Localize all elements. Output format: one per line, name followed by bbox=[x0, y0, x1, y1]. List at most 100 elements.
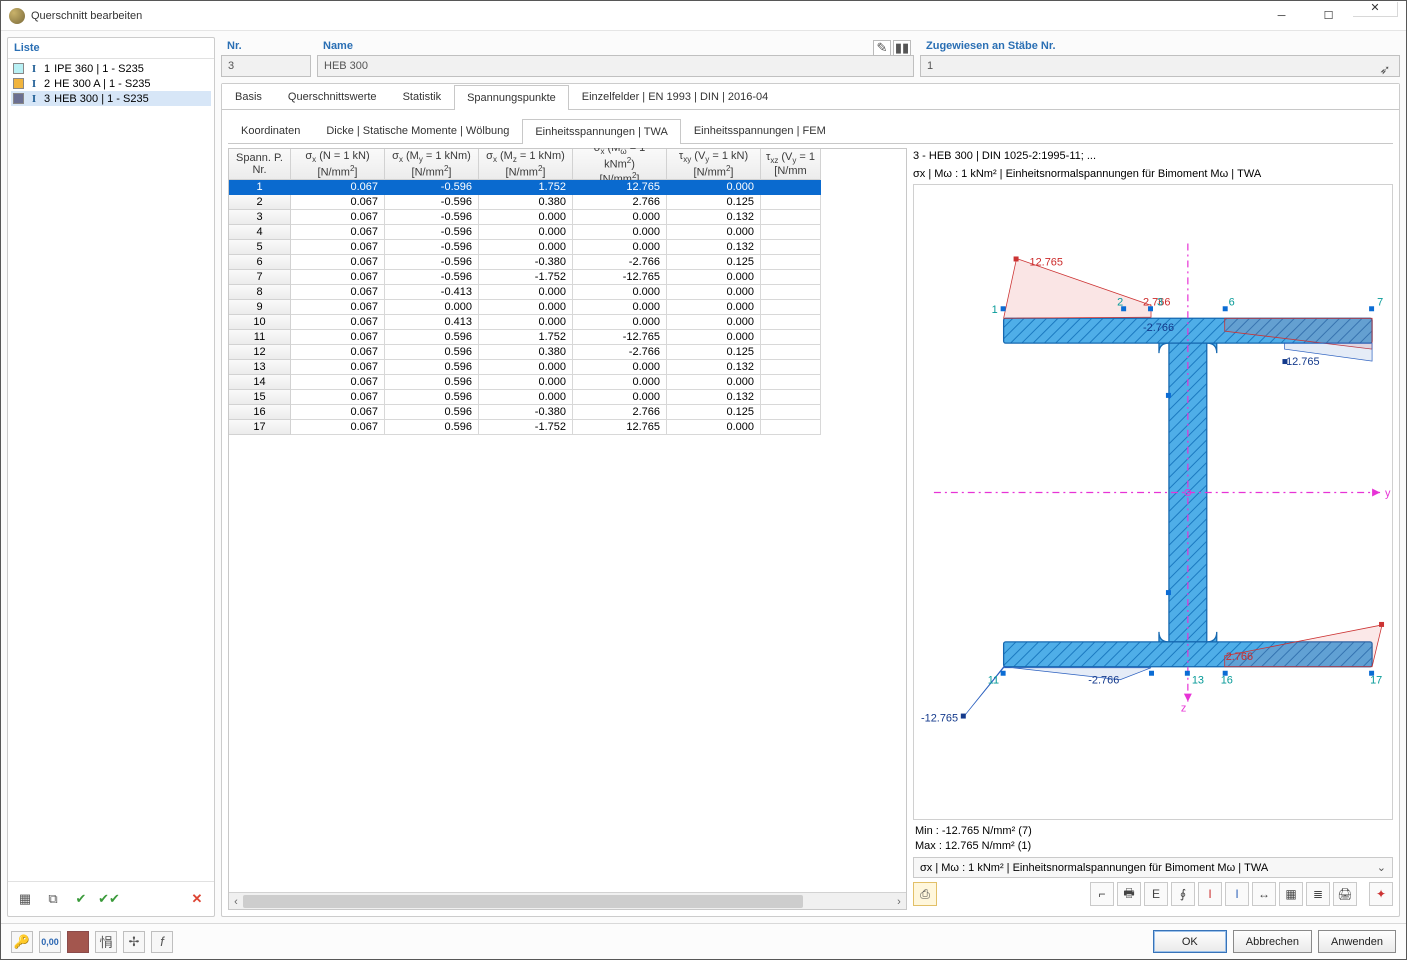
row-number[interactable]: 12 bbox=[229, 345, 291, 360]
table-cell[interactable]: 0.067 bbox=[291, 225, 385, 240]
assign-field[interactable]: 1 ➶ bbox=[920, 55, 1400, 77]
table-cell[interactable]: 1.752 bbox=[479, 180, 573, 195]
tool-ibeam1-icon[interactable]: I bbox=[1198, 882, 1222, 906]
table-cell[interactable]: -0.380 bbox=[479, 255, 573, 270]
section-list[interactable]: I 1 IPE 360 | 1 - S235 I 2 HE 300 A | 1 … bbox=[8, 59, 214, 881]
table-cell[interactable]: 0.000 bbox=[667, 180, 761, 195]
table-cell[interactable] bbox=[761, 195, 821, 210]
row-number[interactable]: 10 bbox=[229, 315, 291, 330]
list-item[interactable]: I 3 HEB 300 | 1 - S235 bbox=[11, 91, 211, 106]
table-cell[interactable]: 0.596 bbox=[385, 405, 479, 420]
help-icon[interactable]: 🔑 bbox=[11, 931, 33, 953]
row-number[interactable]: 7 bbox=[229, 270, 291, 285]
table-cell[interactable]: 0.000 bbox=[479, 360, 573, 375]
tool-list-icon[interactable]: ≣ bbox=[1306, 882, 1330, 906]
table-cell[interactable]: -1.752 bbox=[479, 420, 573, 435]
table-cell[interactable]: -0.596 bbox=[385, 180, 479, 195]
row-number[interactable]: 1 bbox=[229, 180, 291, 195]
table-cell[interactable]: 1.752 bbox=[479, 330, 573, 345]
row-number[interactable]: 13 bbox=[229, 360, 291, 375]
row-number[interactable]: 8 bbox=[229, 285, 291, 300]
table-cell[interactable]: 0.000 bbox=[479, 285, 573, 300]
table-cell[interactable]: 0.000 bbox=[667, 225, 761, 240]
table-cell[interactable]: 0.125 bbox=[667, 405, 761, 420]
tab-querschnittswerte[interactable]: Querschnittswerte bbox=[275, 84, 390, 109]
table-cell[interactable]: 0.067 bbox=[291, 315, 385, 330]
table-cell[interactable]: 0.000 bbox=[667, 300, 761, 315]
column-header[interactable]: σx (N = 1 kN)[N/mm2] bbox=[291, 149, 385, 180]
column-header[interactable]: σx (Mω = 1 kNm2)[N/mm2] bbox=[573, 149, 667, 180]
table-cell[interactable] bbox=[761, 225, 821, 240]
row-number[interactable]: 6 bbox=[229, 255, 291, 270]
column-header[interactable]: τxy (Vy = 1 kN)[N/mm2] bbox=[667, 149, 761, 180]
row-number[interactable]: 17 bbox=[229, 420, 291, 435]
table-cell[interactable]: 0.000 bbox=[479, 315, 573, 330]
tool-stress2-icon[interactable]: ∮ bbox=[1171, 882, 1195, 906]
table-cell[interactable]: 0.000 bbox=[573, 315, 667, 330]
column-header[interactable]: σx (Mz = 1 kNm)[N/mm2] bbox=[479, 149, 573, 180]
table-cell[interactable] bbox=[761, 405, 821, 420]
row-number[interactable]: 14 bbox=[229, 375, 291, 390]
table-cell[interactable]: 0.067 bbox=[291, 375, 385, 390]
table-cell[interactable]: 2.766 bbox=[573, 405, 667, 420]
table-cell[interactable]: 0.596 bbox=[385, 420, 479, 435]
library-icon[interactable]: 悁 bbox=[95, 931, 117, 953]
table-cell[interactable] bbox=[761, 315, 821, 330]
table-cell[interactable]: 0.000 bbox=[667, 330, 761, 345]
table-cell[interactable]: 0.000 bbox=[479, 375, 573, 390]
table-cell[interactable]: 0.596 bbox=[385, 345, 479, 360]
table-cell[interactable]: -1.752 bbox=[479, 270, 573, 285]
table-cell[interactable] bbox=[761, 345, 821, 360]
table-cell[interactable]: 12.765 bbox=[573, 180, 667, 195]
table-cell[interactable]: 0.125 bbox=[667, 345, 761, 360]
table-cell[interactable]: 0.067 bbox=[291, 210, 385, 225]
table-cell[interactable]: 0.067 bbox=[291, 195, 385, 210]
table-cell[interactable]: 0.000 bbox=[667, 285, 761, 300]
table-cell[interactable] bbox=[761, 270, 821, 285]
name-field[interactable]: HEB 300 ✎ ▮▮ bbox=[317, 55, 914, 77]
minimize-button[interactable]: ─ bbox=[1259, 2, 1304, 30]
table-cell[interactable]: -0.596 bbox=[385, 225, 479, 240]
tool-stress1-icon[interactable]: E bbox=[1144, 882, 1168, 906]
column-header[interactable]: σx (My = 1 kNm)[N/mm2] bbox=[385, 149, 479, 180]
table-cell[interactable] bbox=[761, 240, 821, 255]
table-cell[interactable]: 0.596 bbox=[385, 375, 479, 390]
scroll-thumb[interactable] bbox=[243, 895, 803, 908]
tab-statistik[interactable]: Statistik bbox=[390, 84, 455, 109]
table-cell[interactable] bbox=[761, 390, 821, 405]
tool-axes-icon[interactable]: ⌐ bbox=[1090, 882, 1114, 906]
pick-members-icon[interactable]: ➶ bbox=[1374, 59, 1396, 81]
table-cell[interactable]: 0.132 bbox=[667, 360, 761, 375]
table-cell[interactable]: 0.000 bbox=[573, 300, 667, 315]
table-cell[interactable] bbox=[761, 210, 821, 225]
table-cell[interactable]: -0.596 bbox=[385, 240, 479, 255]
subtab-koordinaten[interactable]: Koordinaten bbox=[228, 118, 313, 143]
list-item[interactable]: I 1 IPE 360 | 1 - S235 bbox=[11, 61, 211, 76]
table-cell[interactable]: -0.413 bbox=[385, 285, 479, 300]
viewer-dropdown[interactable]: σx | Mω : 1 kNm² | Einheitsnormalspannun… bbox=[913, 857, 1393, 878]
table-cell[interactable]: -0.596 bbox=[385, 210, 479, 225]
subtab-einheitsspannungen-twa[interactable]: Einheitsspannungen | TWA bbox=[522, 119, 681, 144]
row-number[interactable]: 15 bbox=[229, 390, 291, 405]
table-cell[interactable]: 0.000 bbox=[667, 315, 761, 330]
table-cell[interactable] bbox=[761, 255, 821, 270]
table-cell[interactable]: 0.067 bbox=[291, 360, 385, 375]
table-cell[interactable]: 0.067 bbox=[291, 285, 385, 300]
row-number[interactable]: 4 bbox=[229, 225, 291, 240]
table-cell[interactable]: 0.067 bbox=[291, 255, 385, 270]
table-cell[interactable]: 0.000 bbox=[667, 375, 761, 390]
new-icon[interactable]: ▦ bbox=[14, 888, 36, 910]
tool-reset-icon[interactable]: ✦ bbox=[1369, 882, 1393, 906]
table-cell[interactable]: 0.067 bbox=[291, 270, 385, 285]
table-cell[interactable] bbox=[761, 180, 821, 195]
table-cell[interactable] bbox=[761, 330, 821, 345]
table-cell[interactable]: 0.000 bbox=[573, 210, 667, 225]
table-cell[interactable]: 12.765 bbox=[573, 420, 667, 435]
fx-icon[interactable]: f bbox=[151, 931, 173, 953]
table-cell[interactable]: 0.000 bbox=[667, 420, 761, 435]
table-cell[interactable]: 0.067 bbox=[291, 345, 385, 360]
table-cell[interactable]: 0.132 bbox=[667, 210, 761, 225]
list-item[interactable]: I 2 HE 300 A | 1 - S235 bbox=[11, 76, 211, 91]
scroll-left-icon[interactable]: ‹ bbox=[229, 893, 243, 910]
apply-button[interactable]: Anwenden bbox=[1318, 930, 1396, 953]
